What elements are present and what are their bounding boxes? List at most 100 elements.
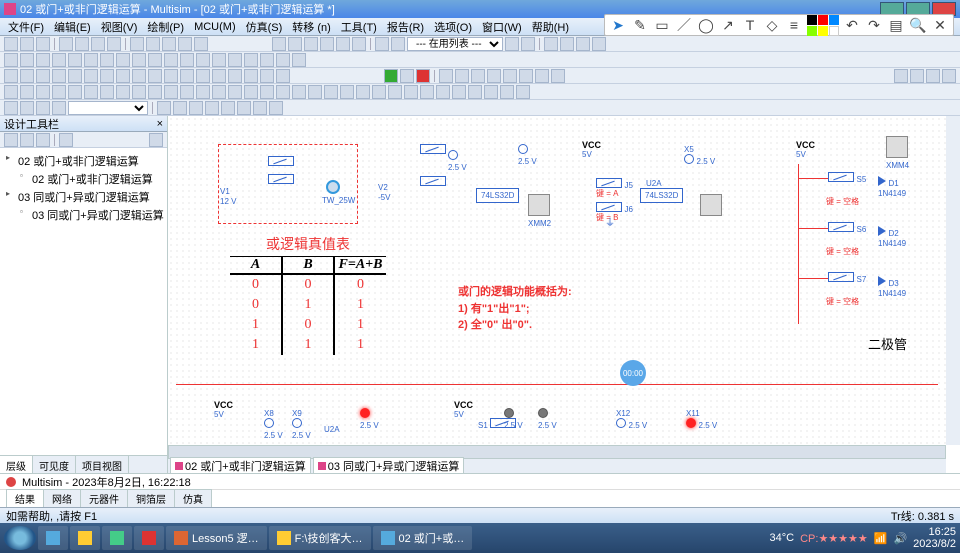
task-item[interactable] [134,526,164,550]
tb-btn[interactable] [130,37,144,51]
tb-btn[interactable] [535,69,549,83]
menu-mcu[interactable]: MCU(M) [190,21,240,33]
start-button[interactable] [4,526,36,550]
tb-btn[interactable] [148,85,162,99]
tb-btn[interactable] [164,85,178,99]
tb-btn[interactable] [100,69,114,83]
color-swatch[interactable] [807,15,839,36]
tb-btn[interactable] [228,53,242,67]
tb-btn[interactable] [500,85,514,99]
menu-help[interactable]: 帮助(H) [528,19,573,35]
task-item[interactable]: F:\技创客大… [269,526,371,550]
schematic-canvas[interactable]: V112 V TW_25W V2-5V 2.5 V 74LS32D 2.5 V … [168,116,946,445]
tb-btn[interactable] [148,69,162,83]
bottom-tab-sim[interactable]: 仿真 [174,489,212,507]
system-tray[interactable]: 34°C CP:★★★★★ 📶 🔊 16:25 2023/8/2 [770,526,956,550]
tb-btn[interactable] [52,101,66,115]
save-icon[interactable]: ▤ [887,16,905,34]
sidebar-close-icon[interactable]: × [157,118,163,130]
switch-s6[interactable]: S6 [828,222,866,234]
tb-btn[interactable] [162,37,176,51]
label-v1[interactable]: V112 V [220,186,236,206]
tb-btn[interactable] [20,37,34,51]
tb-btn[interactable] [375,37,389,51]
close-icon[interactable]: ✕ [931,16,949,34]
instrument-xmm[interactable] [700,194,722,218]
tb-btn[interactable] [178,37,192,51]
tree-item[interactable]: 02 或门+或非门逻辑运算 [4,152,163,170]
menu-edit[interactable]: 编辑(E) [50,19,95,35]
lamp-icon[interactable] [326,180,340,194]
led-x12[interactable]: X12 2.5 V [616,408,647,430]
tb-btn[interactable] [68,69,82,83]
menu-window[interactable]: 窗口(W) [478,19,526,35]
menu-transfer[interactable]: 转移 (n) [288,19,335,35]
tb-btn[interactable] [116,69,130,83]
tb-btn[interactable] [221,101,235,115]
tb-btn[interactable] [146,37,160,51]
led-x5[interactable]: X5 2.5 V [684,144,715,166]
tb-btn[interactable] [260,53,274,67]
tb-btn[interactable] [544,37,558,51]
tb-btn[interactable] [576,37,590,51]
tb-btn[interactable] [20,133,34,147]
tb-btn[interactable] [59,37,73,51]
led-x3[interactable]: 2.5 V [518,144,537,166]
tb-btn[interactable] [894,69,908,83]
tb-btn[interactable] [4,85,18,99]
tb-btn[interactable] [455,69,469,83]
tb-btn[interactable] [516,85,530,99]
circle-icon[interactable]: ◯ [697,16,715,34]
tb-btn[interactable] [276,85,290,99]
task-item[interactable]: Lesson5 逻… [166,526,267,550]
switch-bot[interactable] [420,176,446,188]
menu-view[interactable]: 视图(V) [97,19,142,35]
doc-tab-2[interactable]: 03 同或门+异或门逻辑运算 [313,457,465,473]
switch-top[interactable] [420,144,446,156]
erase-icon[interactable]: ◇ [763,16,781,34]
bottom-tab-components[interactable]: 元器件 [80,489,128,507]
tb-btn[interactable] [521,37,535,51]
switch-s7[interactable]: S7 [828,272,866,284]
led-off-2[interactable]: 2.5 V [538,408,557,430]
sidebar-tab-project[interactable]: 项目视图 [76,456,129,473]
tb-btn[interactable] [324,85,338,99]
sidebar-tab-visibility[interactable]: 可见度 [33,456,76,473]
tb-btn[interactable] [320,37,334,51]
tb-btn[interactable] [20,53,34,67]
ic-74ls32d-2[interactable]: 74LS32D [640,188,683,203]
diode-d2[interactable]: D21N4149 [878,226,906,248]
tb-btn[interactable] [942,69,956,83]
tb-btn[interactable] [436,85,450,99]
tb-btn[interactable] [36,133,50,147]
tb-btn[interactable] [420,85,434,99]
switch-s5[interactable]: S5 [828,172,866,184]
text-icon[interactable]: T [741,16,759,34]
tb-btn[interactable] [336,37,350,51]
tb-btn[interactable] [551,69,565,83]
tb-btn[interactable] [36,69,50,83]
tb-btn[interactable] [20,101,34,115]
tb-btn[interactable] [84,69,98,83]
tb-btn[interactable] [132,85,146,99]
tb-btn[interactable] [471,69,485,83]
diode-d3[interactable]: D31N4149 [878,276,906,298]
tb-btn[interactable] [132,53,146,67]
arrow-icon[interactable]: ↗ [719,16,737,34]
tb-btn[interactable] [36,53,50,67]
tb-btn[interactable] [157,101,171,115]
tb-btn[interactable] [260,69,274,83]
task-item[interactable]: 02 或门+或… [373,526,473,550]
tb-btn[interactable] [4,37,18,51]
tb-btn[interactable] [173,101,187,115]
tb-btn[interactable] [468,85,482,99]
menu-sim[interactable]: 仿真(S) [242,19,287,35]
tb-btn[interactable] [4,69,18,83]
tb-btn[interactable] [52,85,66,99]
tb-btn[interactable] [196,85,210,99]
annotation-toolbar[interactable]: ➤ ✎ ▭ ／ ◯ ↗ T ◇ ≡ ↶ ↷ ▤ 🔍 ✕ [604,14,954,36]
tb-btn[interactable] [180,85,194,99]
tb-btn[interactable] [560,37,574,51]
tb-btn[interactable] [352,37,366,51]
led-off-1[interactable]: 2.5 V [504,408,523,430]
